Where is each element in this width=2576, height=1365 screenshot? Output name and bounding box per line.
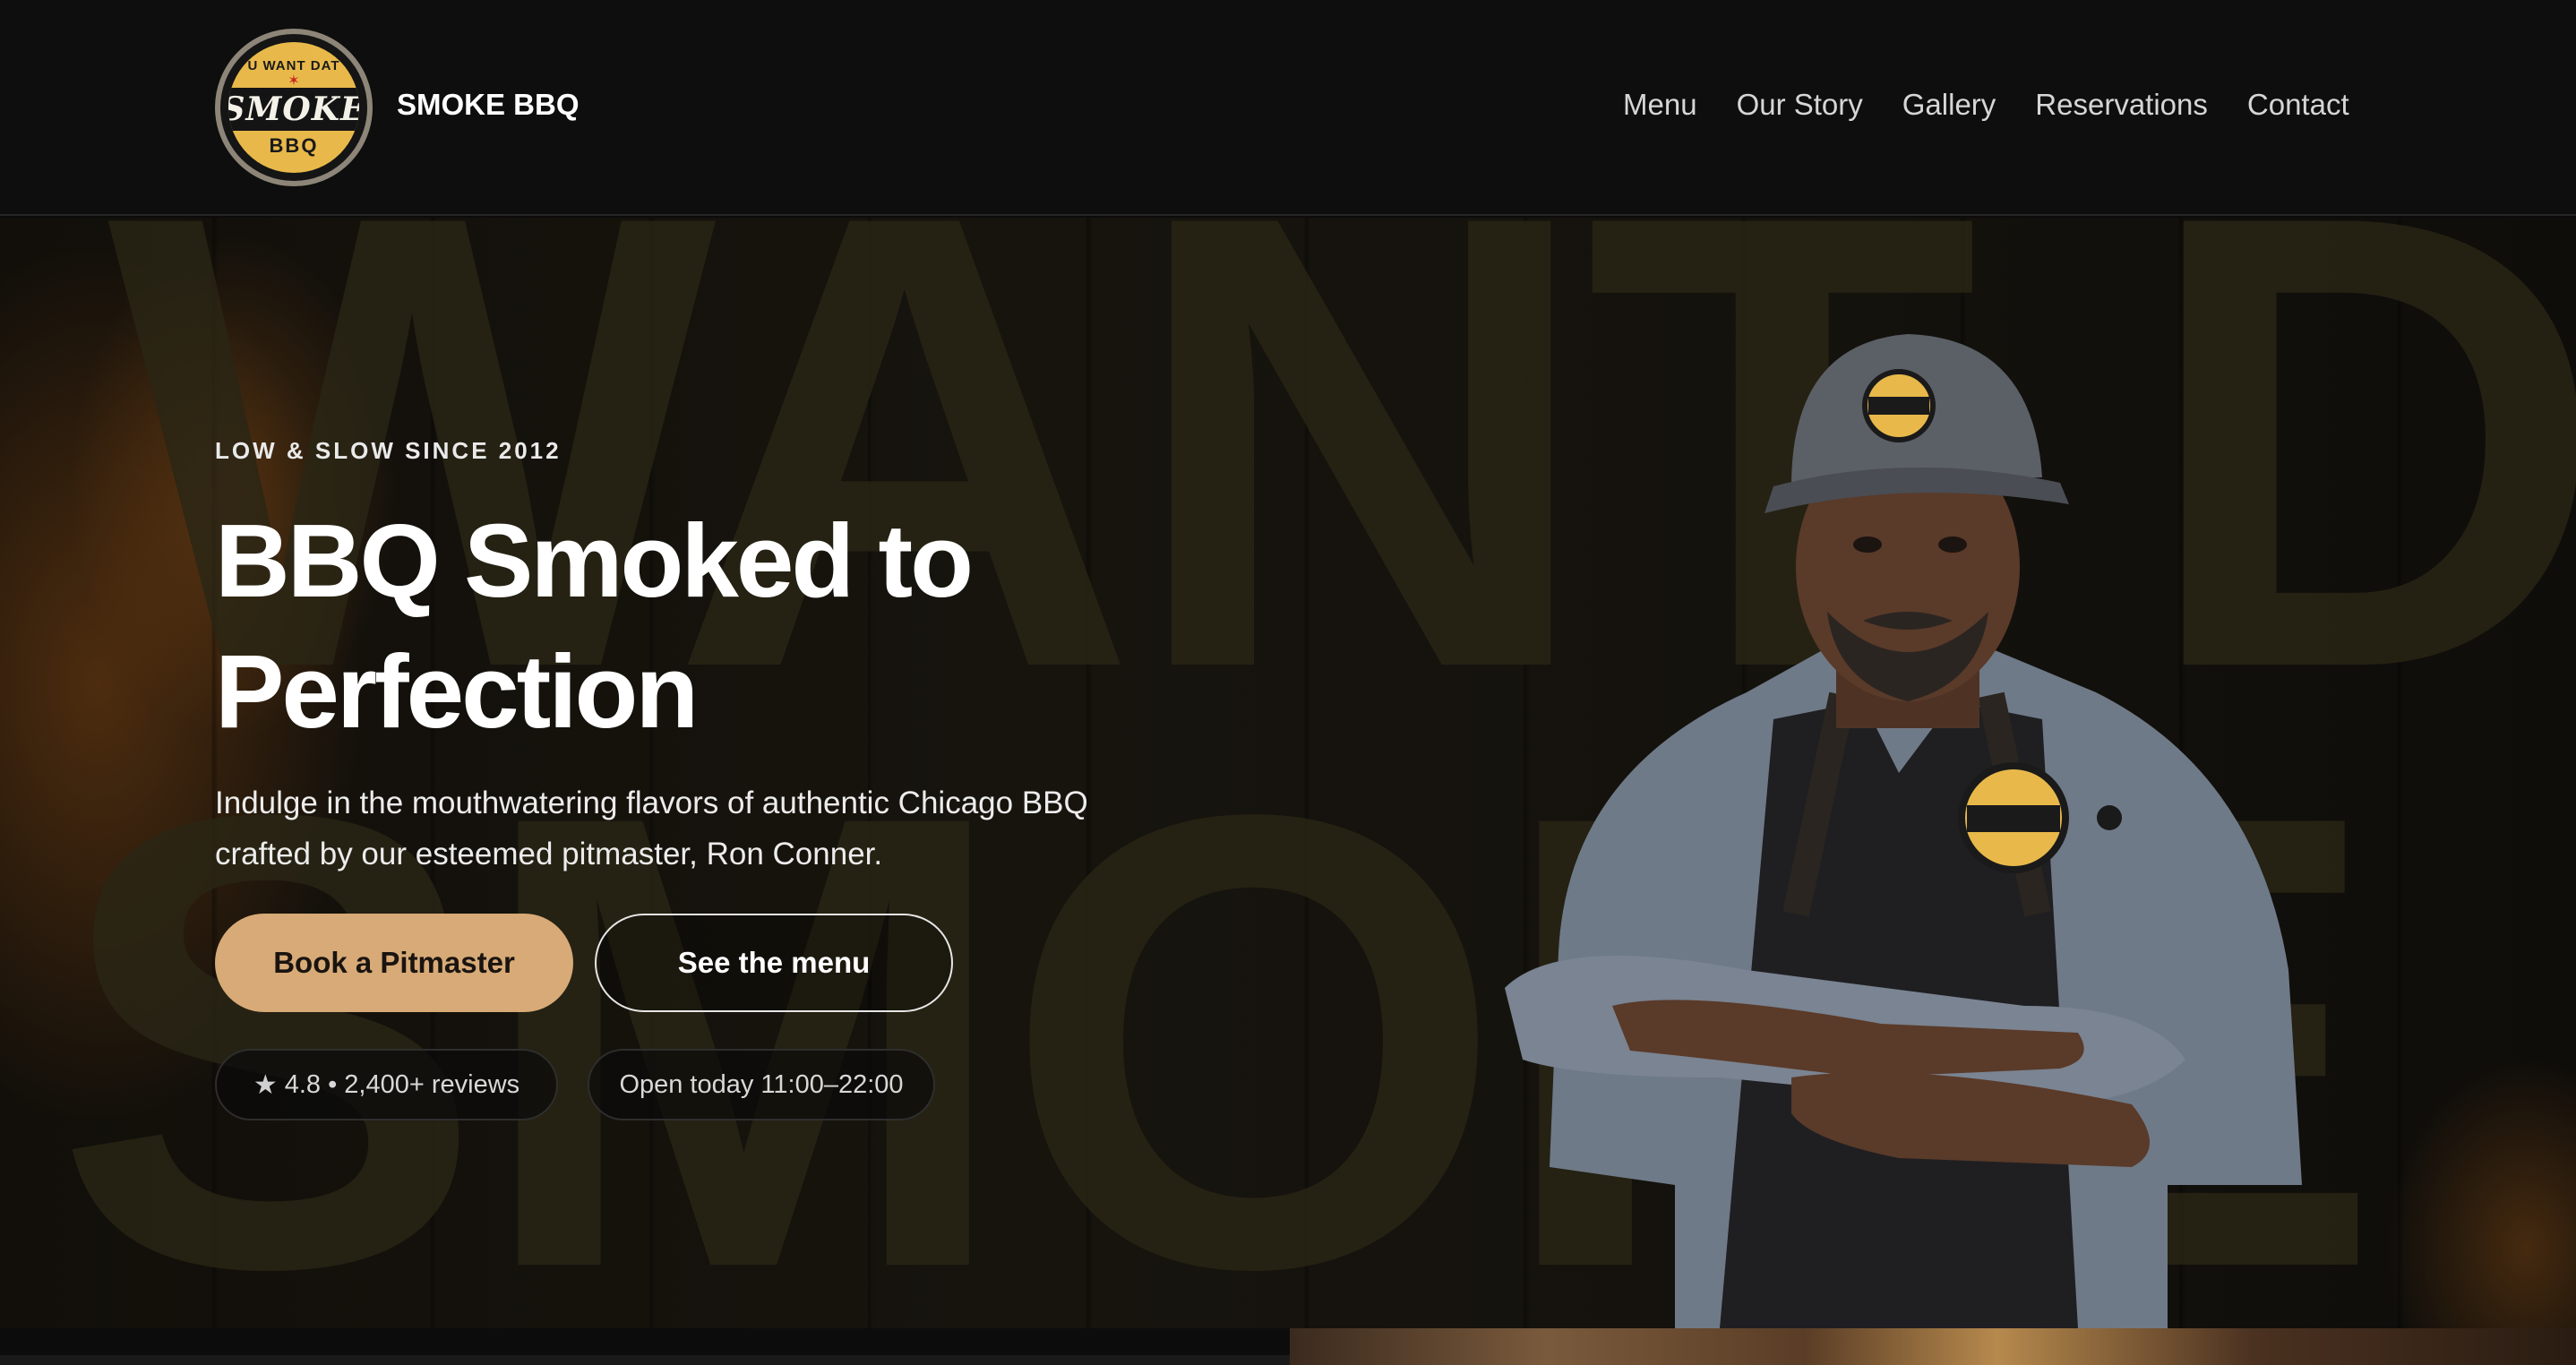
logo-top-text: U WANT DAT bbox=[247, 57, 340, 73]
brand-name[interactable]: SMOKE BBQ bbox=[397, 88, 580, 122]
logo-bottom-text: BBQ bbox=[269, 133, 319, 157]
site-header: U WANT DAT ✶ SMOKE BBQ SMOKE BBQ Menu Ou… bbox=[0, 0, 2576, 216]
book-pitmaster-button[interactable]: Book a Pitmaster bbox=[215, 914, 573, 1012]
hero-subtitle: Indulge in the mouthwatering flavors of … bbox=[215, 786, 1088, 871]
star-icon: ★ bbox=[253, 1069, 278, 1100]
hero-title: BBQ Smoked to Perfection bbox=[215, 502, 974, 750]
next-section-preview bbox=[0, 1328, 2576, 1365]
nav-item-our-story[interactable]: Our Story bbox=[1737, 88, 1863, 122]
preview-card-edge bbox=[0, 1355, 1290, 1365]
pitmaster-portrait bbox=[1505, 334, 2302, 1328]
hours-badge: Open today 11:00–22:00 bbox=[588, 1049, 935, 1120]
rating-text: 4.8 • 2,400+ reviews bbox=[284, 1069, 520, 1099]
main-nav: Menu Our Story Gallery Reservations Cont… bbox=[1623, 88, 2349, 122]
nav-item-reservations[interactable]: Reservations bbox=[2035, 88, 2208, 122]
nav-item-gallery[interactable]: Gallery bbox=[1902, 88, 1996, 122]
nav-item-contact[interactable]: Contact bbox=[2247, 88, 2349, 122]
hours-text: Open today 11:00–22:00 bbox=[619, 1069, 904, 1099]
logo-main-text: SMOKE bbox=[228, 87, 359, 131]
hero-section: WANT DAT SMOKE LOW & SLOW SINCE 2012 BBQ… bbox=[0, 218, 2576, 1328]
see-menu-button[interactable]: See the menu bbox=[595, 914, 953, 1012]
food-image-preview bbox=[1290, 1328, 2576, 1365]
nav-item-menu[interactable]: Menu bbox=[1623, 88, 1697, 122]
brand-logo[interactable]: U WANT DAT ✶ SMOKE BBQ bbox=[215, 29, 373, 186]
logo-star-icon: ✶ bbox=[288, 73, 300, 89]
rating-badge: ★ 4.8 • 2,400+ reviews bbox=[215, 1049, 558, 1120]
hero-eyebrow: LOW & SLOW SINCE 2012 bbox=[215, 437, 562, 464]
logo-badge: U WANT DAT ✶ SMOKE BBQ bbox=[228, 42, 359, 173]
